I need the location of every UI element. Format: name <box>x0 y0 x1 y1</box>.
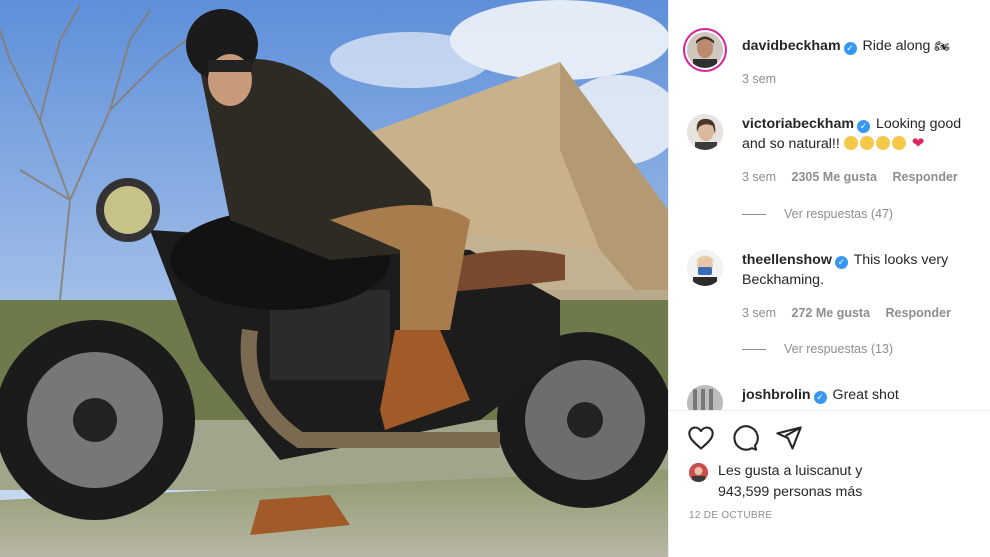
commenter-username[interactable]: victoriabeckham <box>742 116 854 132</box>
reply-button[interactable]: Responder <box>892 170 957 184</box>
verified-badge-icon: ✓ <box>856 120 870 133</box>
replies-divider-line <box>742 349 766 351</box>
pleading-emoji-icon <box>891 136 906 150</box>
commenter-username[interactable]: joshbrolin <box>742 387 811 403</box>
view-replies-button[interactable]: Ver respuestas (47) <box>742 207 893 221</box>
commenter-avatar[interactable] <box>687 250 723 286</box>
comments-list[interactable]: davidbeckham ✓ Ride along 🏍 3 sem victori… <box>669 0 990 410</box>
comment-likes[interactable]: 272 Me gusta <box>792 306 871 320</box>
comment-icon[interactable] <box>731 424 759 452</box>
view-replies-button[interactable]: Ver respuestas (13) <box>742 342 893 356</box>
laughing-emoji-icon <box>843 136 858 150</box>
section-divider <box>669 410 990 411</box>
commenter-avatar[interactable] <box>687 114 723 150</box>
verified-badge-icon: ✓ <box>843 42 857 55</box>
comment-time[interactable]: 3 sem <box>742 170 776 184</box>
post-time[interactable]: 3 sem <box>742 72 776 86</box>
verified-badge-icon: ✓ <box>813 391 827 404</box>
laughing-emoji-icon <box>875 136 890 150</box>
view-replies-label: Ver respuestas (13) <box>784 342 894 356</box>
author-avatar[interactable] <box>687 32 723 68</box>
share-icon[interactable] <box>775 424 803 452</box>
commenter-avatar[interactable] <box>687 385 723 410</box>
reply-button[interactable]: Responder <box>886 306 951 320</box>
liked-by-line1[interactable]: Les gusta a luiscanut y <box>718 463 862 479</box>
commenter-username[interactable]: theellenshow <box>742 252 832 268</box>
heart-icon[interactable] <box>687 424 715 452</box>
verified-badge-icon: ✓ <box>834 256 848 269</box>
post-side-panel: davidbeckham ✓ Ride along 🏍 3 sem victori… <box>668 0 990 557</box>
author-username[interactable]: davidbeckham <box>742 38 841 54</box>
liker-avatar[interactable] <box>689 463 708 482</box>
post-date[interactable]: 12 DE OCTUBRE <box>689 510 772 521</box>
view-replies-label: Ver respuestas (47) <box>784 207 894 221</box>
motorcycle-emoji-icon: 🏍 <box>934 39 950 53</box>
post-photo <box>0 0 668 557</box>
comment-time[interactable]: 3 sem <box>742 306 776 320</box>
red-heart-emoji-icon: ❤ <box>911 135 925 152</box>
comment-text: Great shot <box>832 387 899 403</box>
comment-likes[interactable]: 2305 Me gusta <box>792 170 877 184</box>
caption-text: Ride along <box>862 38 931 54</box>
liked-by-line2[interactable]: 943,599 personas más <box>718 482 978 503</box>
pleading-emoji-icon <box>859 136 874 150</box>
replies-divider-line <box>742 214 766 216</box>
